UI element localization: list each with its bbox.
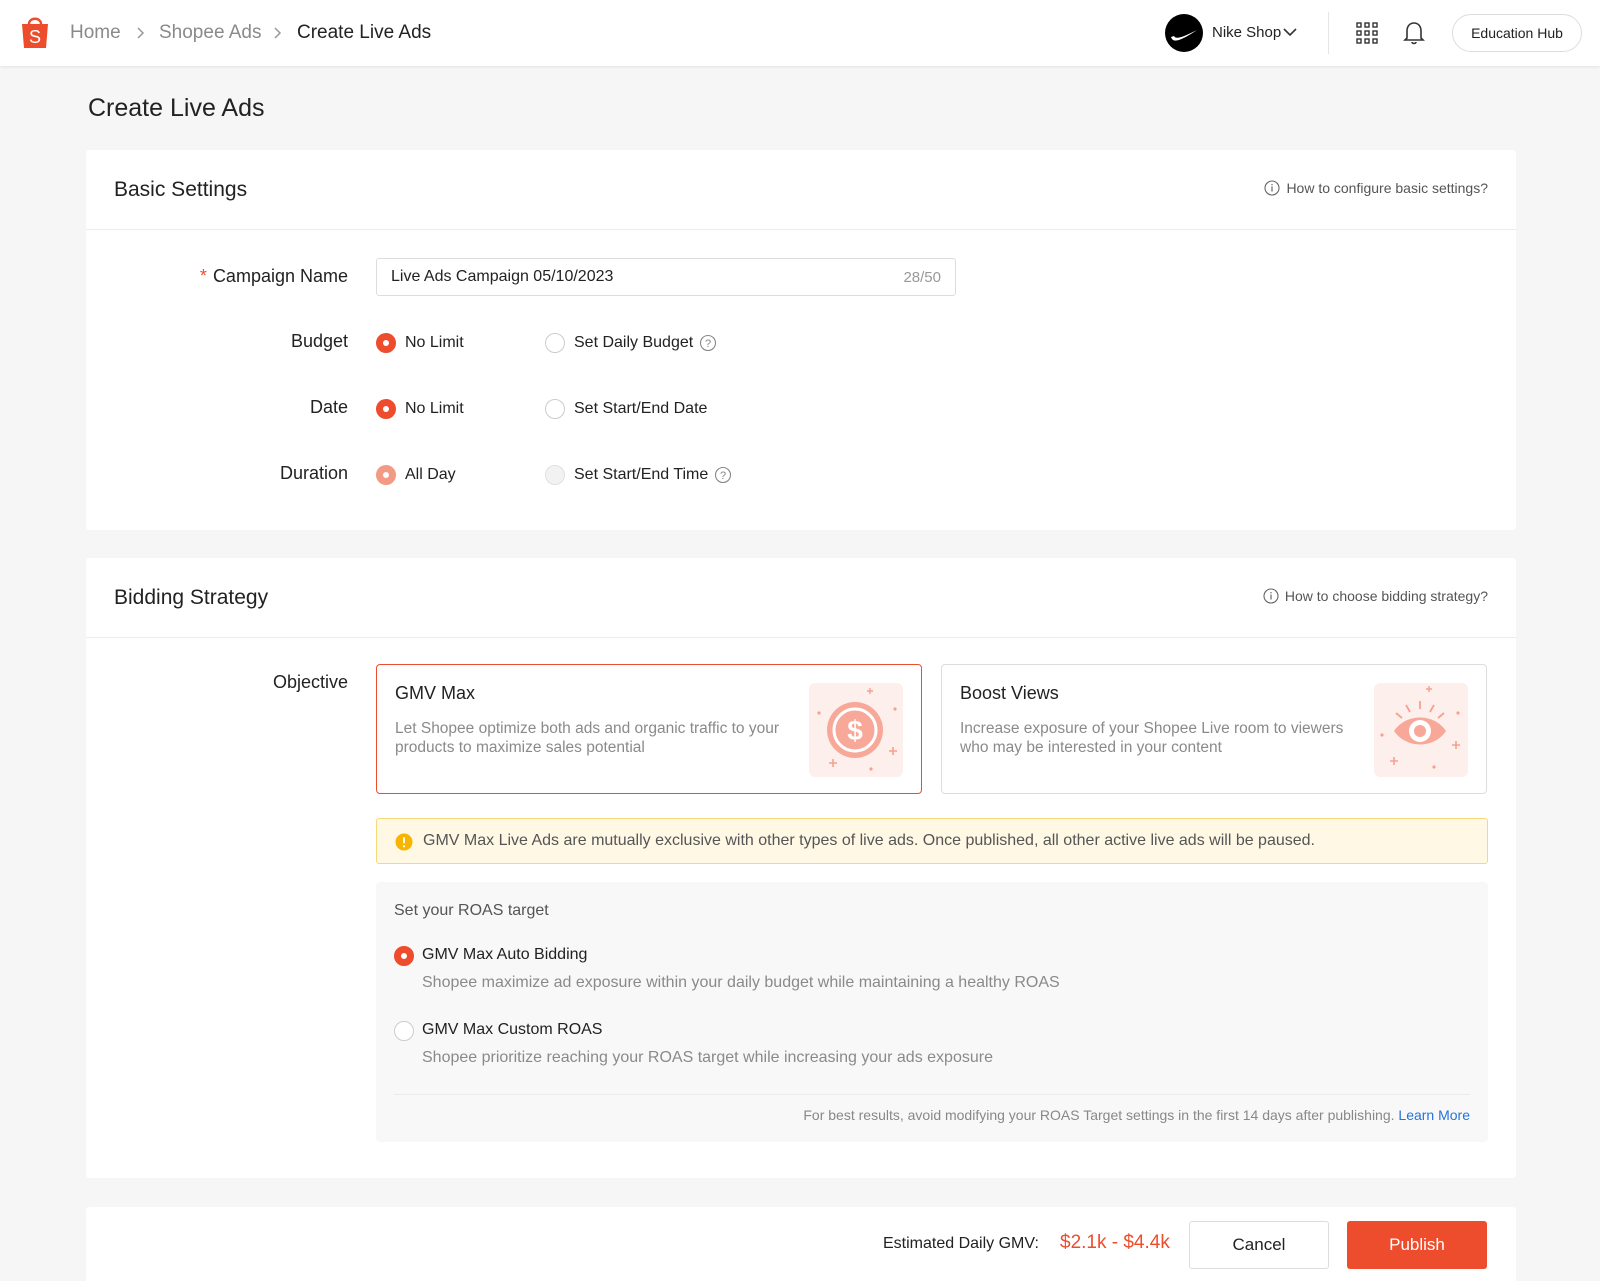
- campaign-name-value[interactable]: Live Ads Campaign 05/10/2023: [391, 268, 613, 286]
- auto-bidding-radio[interactable]: [394, 946, 414, 966]
- learn-more-link[interactable]: Learn More: [1398, 1107, 1470, 1123]
- warning-text: GMV Max Live Ads are mutually exclusive …: [423, 832, 1315, 849]
- campaign-name-label: * Campaign Name: [199, 266, 348, 286]
- svg-text:?: ?: [720, 470, 726, 482]
- eye-icon: [1374, 683, 1468, 777]
- question-icon[interactable]: ?: [714, 466, 732, 484]
- roas-target-panel: Set your ROAS target GMV Max Auto Biddin…: [376, 882, 1488, 1142]
- cancel-button[interactable]: Cancel: [1189, 1221, 1329, 1269]
- custom-roas-radio[interactable]: [394, 1021, 414, 1041]
- breadcrumb-shopee-ads[interactable]: Shopee Ads: [159, 21, 261, 45]
- duration-all-day-radio: [376, 465, 396, 485]
- roas-note: For best results, avoid modifying your R…: [803, 1107, 1470, 1123]
- estimated-gmv-value: $2.1k - $4.4k: [1060, 1232, 1170, 1253]
- budget-label: Budget: [290, 331, 348, 351]
- auto-bidding-title[interactable]: GMV Max Auto Bidding: [422, 946, 587, 964]
- objective-boost-views-card[interactable]: Boost Views Increase exposure of your Sh…: [941, 664, 1487, 794]
- divider: [394, 1094, 1470, 1095]
- objective-desc: Increase exposure of your Shopee Live ro…: [960, 720, 1344, 756]
- date-start-end-radio[interactable]: [545, 399, 565, 419]
- budget-no-limit-label[interactable]: No Limit: [405, 334, 464, 352]
- date-no-limit-label[interactable]: No Limit: [405, 400, 464, 418]
- help-link-basic-settings[interactable]: How to configure basic settings?: [1264, 180, 1488, 196]
- custom-roas-title[interactable]: GMV Max Custom ROAS: [422, 1021, 602, 1039]
- objective-label: Objective: [272, 672, 348, 692]
- duration-start-end-radio: [545, 465, 565, 485]
- svg-text:S: S: [29, 27, 41, 47]
- duration-start-end-option: Set Start/End Time ?: [574, 466, 732, 484]
- top-bar: S Home Shopee Ads Create Live Ads Nike S…: [0, 0, 1600, 66]
- card-header: Bidding Strategy How to choose bidding s…: [86, 558, 1516, 638]
- budget-daily-label[interactable]: Set Daily Budget: [574, 334, 693, 352]
- char-counter: 28/50: [903, 269, 941, 286]
- duration-all-day-label: All Day: [405, 466, 456, 483]
- estimated-gmv-label: Estimated Daily GMV:: [883, 1235, 1039, 1252]
- objective-title: GMV Max: [395, 683, 476, 703]
- publish-button[interactable]: Publish: [1347, 1221, 1487, 1269]
- budget-daily-radio[interactable]: [545, 333, 565, 353]
- education-hub-button[interactable]: Education Hub: [1452, 14, 1582, 52]
- chevron-right-icon: [274, 27, 282, 39]
- date-start-end-label[interactable]: Set Start/End Date: [574, 400, 707, 418]
- shopee-logo-icon[interactable]: S: [19, 14, 51, 50]
- auto-bidding-desc: Shopee maximize ad exposure within your …: [422, 974, 1060, 991]
- duration-start-end-label: Set Start/End Time: [574, 466, 709, 483]
- help-link-text[interactable]: How to choose bidding strategy?: [1285, 588, 1488, 604]
- bell-icon[interactable]: [1402, 20, 1426, 46]
- header-divider: [1328, 12, 1329, 54]
- page-title: Create Live Ads: [88, 94, 265, 122]
- chevron-right-icon: [137, 27, 145, 39]
- shop-avatar[interactable]: [1165, 14, 1203, 52]
- info-icon: [1264, 180, 1280, 196]
- svg-text:?: ?: [705, 338, 711, 350]
- warning-banner: GMV Max Live Ads are mutually exclusive …: [376, 818, 1488, 864]
- footer-bar: Estimated Daily GMV: $2.1k - $4.4k Cance…: [86, 1207, 1516, 1281]
- date-label: Date: [309, 397, 348, 417]
- info-icon: [1263, 588, 1279, 604]
- objective-desc: Let Shopee optimize both ads and organic…: [395, 720, 780, 756]
- nike-swoosh-icon: [1171, 30, 1197, 41]
- budget-daily-option[interactable]: Set Daily Budget ?: [574, 334, 717, 352]
- objective-title: Boost Views: [960, 683, 1059, 703]
- custom-roas-desc: Shopee prioritize reaching your ROAS tar…: [422, 1049, 993, 1066]
- duration-label: Duration: [279, 463, 348, 483]
- budget-no-limit-radio[interactable]: [376, 333, 396, 353]
- card-header: Basic Settings How to configure basic se…: [86, 150, 1516, 230]
- chevron-down-icon[interactable]: [1283, 27, 1297, 37]
- breadcrumb-current: Create Live Ads: [297, 22, 432, 43]
- roas-note-text: For best results, avoid modifying your R…: [803, 1107, 1395, 1123]
- roas-title: Set your ROAS target: [394, 902, 549, 919]
- question-icon[interactable]: ?: [699, 334, 717, 352]
- help-link-text[interactable]: How to configure basic settings?: [1286, 180, 1488, 196]
- bidding-strategy-card: Bidding Strategy How to choose bidding s…: [86, 558, 1516, 1178]
- campaign-name-input[interactable]: Live Ads Campaign 05/10/2023 28/50: [376, 258, 956, 296]
- card-title: Basic Settings: [114, 178, 248, 201]
- card-title: Bidding Strategy: [114, 586, 269, 609]
- warning-icon: [395, 833, 413, 851]
- svg-text:$: $: [847, 715, 863, 746]
- objective-gmv-max-card[interactable]: GMV Max Let Shopee optimize both ads and…: [376, 664, 922, 794]
- date-no-limit-radio[interactable]: [376, 399, 396, 419]
- shop-name[interactable]: Nike Shop: [1212, 24, 1281, 41]
- breadcrumb-home[interactable]: Home: [70, 21, 121, 45]
- help-link-bidding[interactable]: How to choose bidding strategy?: [1263, 588, 1488, 604]
- apps-grid-icon[interactable]: [1356, 22, 1378, 44]
- basic-settings-card: Basic Settings How to configure basic se…: [86, 150, 1516, 530]
- dollar-coin-icon: $: [809, 683, 903, 777]
